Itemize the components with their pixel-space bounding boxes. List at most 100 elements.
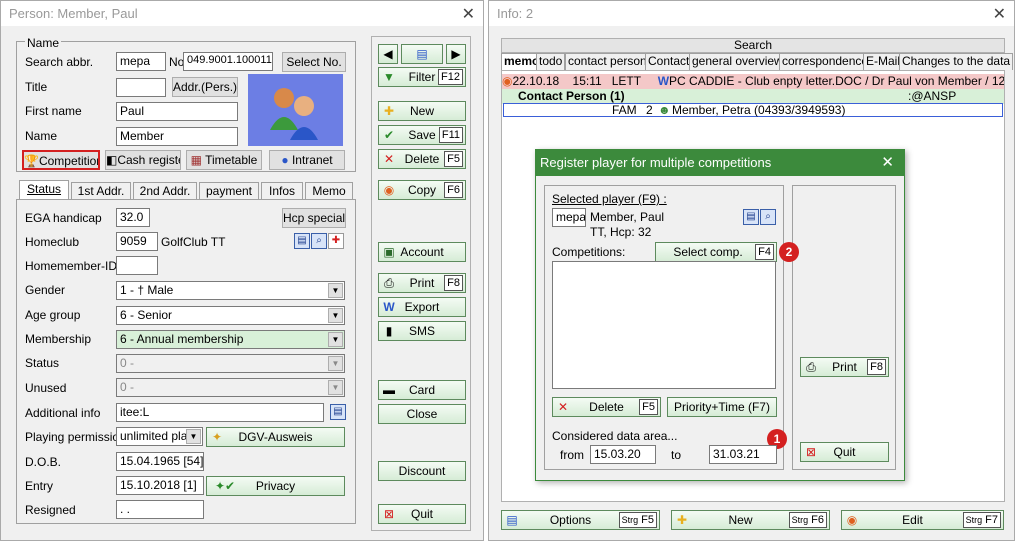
intranet-button[interactable]: ● Intranet	[269, 150, 345, 170]
additional-info-input[interactable]: itee:L	[116, 403, 324, 422]
to-date-input[interactable]: 31.03.21	[709, 445, 777, 464]
tab-general-overview[interactable]: general overview	[689, 53, 786, 70]
filter-button[interactable]: ▼ Filter F12	[378, 67, 466, 87]
next-record-button[interactable]: ▶	[446, 44, 466, 64]
select-no-button[interactable]: Select No.	[282, 52, 346, 72]
row1-text: PC CADDIE - Club enpty letter.DOC / Dr P…	[669, 74, 1004, 88]
table-icon[interactable]: ▤	[330, 404, 346, 420]
edit-button[interactable]: ◉ Edit Strg F7	[841, 510, 1004, 530]
prev-record-button[interactable]: ◀	[378, 44, 398, 64]
tab-1st-addr-label: 1st Addr.	[77, 184, 125, 198]
export-button[interactable]: W Export	[378, 297, 466, 317]
arrow-left-icon: ◀	[383, 47, 393, 61]
tab-email-label: E-Mail	[866, 54, 901, 68]
search-header[interactable]: Search	[501, 38, 1005, 53]
dialog-delete-button[interactable]: ✕ Delete F5	[552, 397, 661, 417]
tab-2nd-addr[interactable]: 2nd Addr.	[133, 182, 197, 200]
sms-button[interactable]: ▮ SMS	[378, 321, 466, 341]
gender-value: 1 - † Male	[120, 283, 174, 297]
card-button[interactable]: ▬ Card	[378, 380, 466, 400]
tab-1st-addr[interactable]: 1st Addr.	[71, 182, 131, 200]
tab-memo[interactable]: Memo	[305, 182, 353, 200]
first-name-label: First name	[25, 104, 82, 118]
resigned-label: Resigned	[25, 503, 76, 517]
resigned-input[interactable]: . .	[116, 500, 204, 519]
tab-correspondence[interactable]: correspondence	[779, 53, 872, 70]
title-input[interactable]	[116, 78, 166, 97]
tab-status[interactable]: Status	[19, 180, 69, 200]
homemember-input[interactable]	[116, 256, 158, 275]
table-icon[interactable]: ▤	[743, 209, 759, 225]
unused-select[interactable]: 0 - ▼	[116, 378, 345, 397]
copy-button[interactable]: ◉ Copy F6	[378, 180, 466, 200]
from-date-input[interactable]: 15.03.20	[590, 445, 656, 464]
tab-memo-label: Memo	[312, 184, 346, 198]
delete-button[interactable]: ✕ Delete F5	[378, 149, 466, 169]
tab-changes[interactable]: Changes to the data	[899, 53, 1014, 70]
dialog-print-button[interactable]: ⎙ Print F8	[800, 357, 889, 377]
filter-key: F12	[438, 69, 463, 85]
account-button[interactable]: ▣ Account	[378, 242, 466, 262]
tab-contact[interactable]: Contact	[645, 53, 693, 70]
options-button[interactable]: ▤ Options Strg F5	[501, 510, 660, 530]
first-name-input[interactable]: Paul	[116, 102, 238, 121]
tab-email[interactable]: E-Mail	[863, 53, 904, 70]
member-no-input[interactable]: 049.9001.100011	[183, 52, 273, 71]
quit-label: Quit	[410, 507, 433, 521]
word-icon: W	[657, 74, 670, 88]
addr-pers-button[interactable]: Addr.(Pers.)	[172, 77, 238, 97]
select-comp-button[interactable]: Select comp. F4	[655, 242, 777, 262]
membership-select[interactable]: 6 - Annual membership ▼	[116, 330, 345, 349]
gender-select[interactable]: 1 - † Male ▼	[116, 281, 345, 300]
timetable-button[interactable]: ▦ Timetable	[186, 150, 262, 170]
competitions-list[interactable]	[552, 261, 776, 389]
memo-row[interactable]: Contact Person (1) :@ANSP	[502, 89, 1004, 104]
homeclub-code-input[interactable]: 9059	[116, 232, 158, 251]
dgv-ausweis-button[interactable]: ✦ DGV-Ausweis	[206, 427, 345, 447]
close-icon[interactable]: ✕	[881, 150, 894, 176]
add-red-icon[interactable]: ✚	[328, 233, 344, 249]
close-button[interactable]: Close	[378, 404, 466, 424]
person-avatar	[248, 74, 343, 146]
cash-register-button[interactable]: ◧Cash registe	[105, 150, 181, 170]
save-button[interactable]: ✔ Save F11	[378, 125, 466, 145]
privacy-button[interactable]: ✦✔ Privacy	[206, 476, 345, 496]
playing-permission-select[interactable]: unlimited play ▼	[116, 427, 203, 446]
close-icon[interactable]: ✕	[993, 4, 1006, 24]
status-select[interactable]: 0 - ▼	[116, 354, 345, 373]
tab-changes-label: Changes to the data	[902, 54, 1011, 68]
close-icon[interactable]: ✕	[462, 4, 475, 24]
discount-button[interactable]: Discount	[378, 461, 466, 481]
entry-input[interactable]: 15.10.2018 [1]	[116, 476, 204, 495]
list-button[interactable]: ▤	[401, 44, 443, 64]
name-input[interactable]: Member	[116, 127, 238, 146]
player-abbr-input[interactable]: mepa	[552, 208, 586, 227]
dob-input[interactable]: 15.04.1965 [54]	[116, 452, 204, 471]
tab-payment[interactable]: payment	[199, 182, 259, 200]
tab-infos[interactable]: Infos	[261, 182, 303, 200]
row1-date: 22.10.18	[512, 74, 560, 88]
age-group-select[interactable]: 6 - Senior ▼	[116, 306, 345, 325]
competition-button[interactable]: 🏆Competition	[22, 150, 100, 170]
search-icon[interactable]: ⌕	[760, 209, 776, 225]
print-button[interactable]: ⎙ Print F8	[378, 273, 466, 293]
search-abbr-input[interactable]: mepa	[116, 52, 166, 71]
chevron-down-icon: ▼	[328, 283, 343, 298]
priority-time-button[interactable]: Priority+Time (F7)	[667, 397, 777, 417]
tab-todo[interactable]: todo	[536, 53, 566, 70]
row3-num: 2	[646, 103, 653, 117]
table-icon[interactable]: ▤	[294, 233, 310, 249]
memo-row[interactable]: FAM 2 ☻ Member, Petra (04393/3949593)	[503, 103, 1003, 117]
new-entry-button[interactable]: ✚ New Strg F6	[671, 510, 830, 530]
tab-contact-person[interactable]: contact person	[565, 53, 650, 70]
search-icon[interactable]: ⌕	[311, 233, 327, 249]
new-button[interactable]: ✚ New	[378, 101, 466, 121]
homeclub-label: Homeclub	[25, 235, 80, 249]
row1-time: 15:11	[572, 74, 602, 88]
dialog-quit-button[interactable]: ⊠ Quit	[800, 442, 889, 462]
hcp-special-button[interactable]: Hcp special	[282, 208, 346, 228]
timetable-label: Timetable	[205, 153, 258, 167]
ega-input[interactable]: 32.0	[116, 208, 150, 227]
quit-button[interactable]: ⊠ Quit	[378, 504, 466, 524]
memo-row[interactable]: ◉22.10.18 15:11 LETT WPC CADDIE - Club e…	[502, 74, 1004, 89]
